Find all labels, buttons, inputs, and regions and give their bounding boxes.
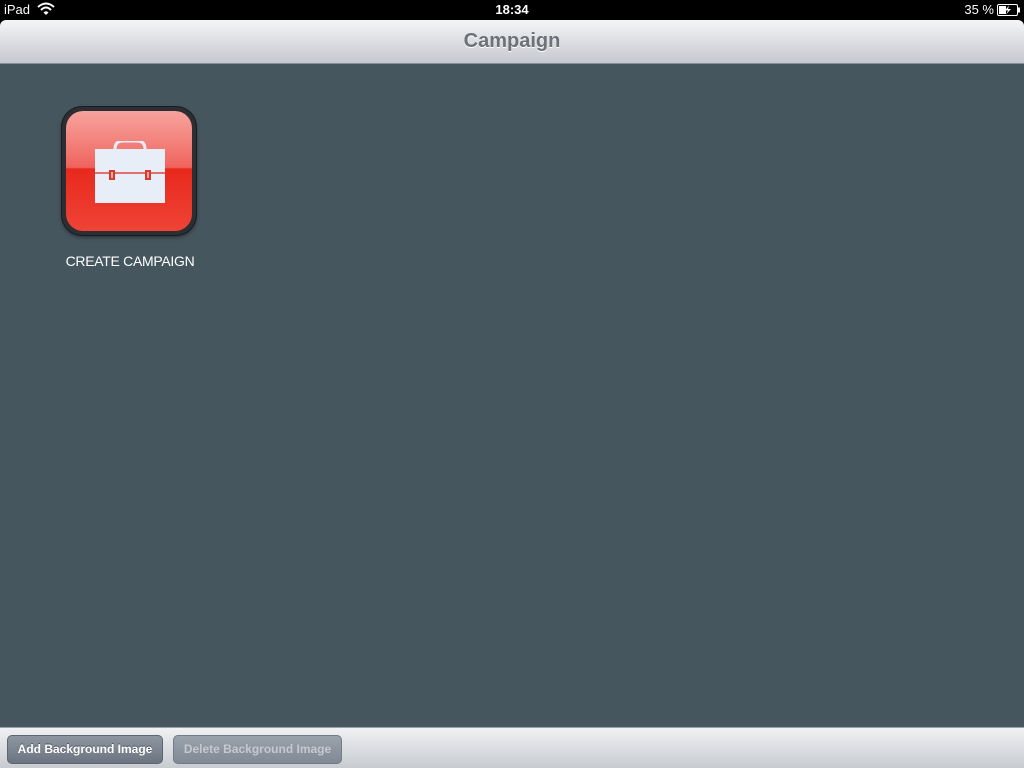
status-time: 18:34 <box>495 2 529 17</box>
create-campaign-button[interactable] <box>62 107 196 235</box>
briefcase-icon <box>95 141 165 203</box>
navigation-bar: Campaign <box>0 20 1024 64</box>
add-background-image-button[interactable]: Add Background Image <box>7 735 163 764</box>
tile-face <box>66 111 192 231</box>
delete-background-image-button[interactable]: Delete Background Image <box>173 735 342 764</box>
status-bar: iPad 18:34 35 % <box>0 0 1024 20</box>
battery-charging-icon <box>997 4 1020 16</box>
battery-percent: 35 % <box>964 2 994 17</box>
page-title: Campaign <box>463 30 561 52</box>
create-campaign-label[interactable]: CREATE CAMPAIGN <box>40 253 220 269</box>
bottom-toolbar: Add Background Image Delete Background I… <box>0 727 1024 768</box>
